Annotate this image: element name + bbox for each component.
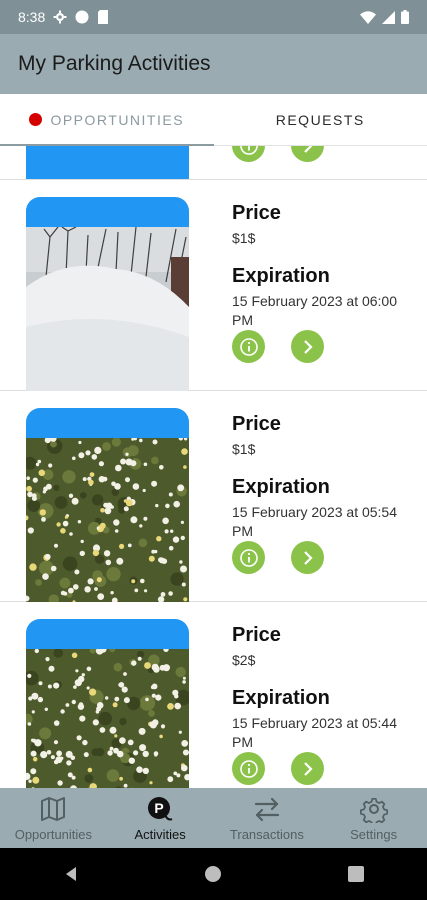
price-label: Price — [232, 202, 281, 224]
expiration-label: Expiration — [232, 265, 330, 287]
list-item[interactable]: Price $1$ Expiration 15 February 2023 at… — [0, 391, 427, 602]
expiration-value: 15 February 2023 at 06:00 PM — [232, 293, 398, 328]
map-icon — [41, 796, 66, 821]
settings-status-icon — [53, 10, 67, 24]
nav-label: Transactions — [229, 826, 304, 842]
tab-label: REQUESTS — [275, 111, 365, 128]
expiration-label: Expiration — [232, 687, 330, 709]
price-label: Price — [232, 413, 281, 435]
nav-settings[interactable]: Settings — [320, 788, 427, 848]
info-button[interactable] — [232, 541, 265, 574]
list-item[interactable]: Price $2$ Expiration 15 February 2023 at… — [0, 602, 427, 788]
snow-photo — [26, 227, 189, 391]
card-info: Price $1$ Expiration 15 February 2023 at… — [232, 413, 412, 541]
tab-opportunities[interactable]: OPPORTUNITIES — [0, 94, 214, 146]
tab-bar: OPPORTUNITIES REQUESTS — [0, 94, 427, 146]
chevron-right-icon — [303, 550, 313, 565]
battery-icon — [401, 10, 409, 24]
price-value: $1$ — [232, 441, 256, 457]
info-icon — [239, 146, 258, 155]
info-button[interactable] — [232, 752, 265, 785]
tab-label: OPPORTUNITIES — [50, 111, 185, 128]
card-image-header — [26, 146, 189, 179]
bottom-navigation: Opportunities P Activities Transactions — [0, 788, 427, 848]
open-button[interactable] — [291, 330, 324, 363]
page-title: My Parking Activities — [18, 52, 211, 75]
sim-card-icon — [98, 10, 109, 24]
activity-list[interactable]: Price $1$ Expiration 15 February 2023 at… — [0, 146, 427, 788]
card-info: Price $2$ Expiration 15 February 2023 at… — [232, 624, 412, 752]
info-button[interactable] — [232, 146, 265, 162]
daisy-photo — [26, 649, 189, 788]
parking-icon: P — [148, 796, 173, 820]
nav-label: Settings — [350, 826, 398, 842]
circle-status-icon — [75, 10, 89, 24]
nav-opportunities[interactable]: Opportunities — [0, 788, 107, 848]
app-screen: 8:38 My Parking Activities OPPORTUNITIES… — [0, 0, 427, 900]
nav-transactions[interactable]: Transactions — [214, 788, 321, 848]
open-button[interactable] — [291, 541, 324, 574]
gear-icon — [359, 797, 388, 823]
status-bar: 8:38 — [0, 0, 427, 34]
card-image — [26, 197, 189, 391]
tab-requests[interactable]: REQUESTS — [214, 94, 427, 145]
nav-label: Opportunities — [14, 826, 93, 842]
chevron-right-icon — [303, 339, 313, 354]
signal-icon — [382, 10, 395, 24]
card-image — [26, 408, 189, 602]
recents-icon[interactable] — [347, 865, 365, 883]
info-button[interactable] — [232, 330, 265, 363]
info-icon — [239, 759, 258, 778]
list-item-partial — [0, 146, 427, 180]
home-icon[interactable] — [204, 865, 222, 883]
app-bar: My Parking Activities — [0, 34, 427, 94]
expiration-value: 15 February 2023 at 05:44 PM — [232, 715, 398, 750]
expiration-value: 15 February 2023 at 05:54 PM — [232, 504, 398, 539]
price-value: $2$ — [232, 652, 256, 668]
info-icon — [239, 548, 258, 567]
nav-label: Activities — [134, 826, 186, 842]
price-value: $1$ — [232, 230, 256, 246]
open-button[interactable] — [291, 752, 324, 785]
back-icon[interactable] — [62, 865, 80, 883]
swap-icon — [254, 797, 279, 821]
card-image — [26, 619, 189, 788]
expiration-label: Expiration — [232, 476, 330, 498]
status-time: 8:38 — [18, 9, 46, 25]
list-item[interactable]: Price $1$ Expiration 15 February 2023 at… — [0, 180, 427, 391]
open-button[interactable] — [291, 146, 324, 162]
svg-text:P: P — [154, 800, 163, 816]
daisy-photo — [26, 438, 189, 602]
chevron-right-icon — [303, 146, 312, 153]
info-icon — [239, 337, 258, 356]
wifi-icon — [360, 10, 376, 24]
chevron-right-icon — [303, 761, 313, 776]
system-navigation-bar — [0, 848, 427, 900]
price-label: Price — [232, 624, 281, 646]
notification-dot — [29, 113, 43, 126]
nav-activities[interactable]: P Activities — [107, 788, 214, 848]
card-info: Price $1$ Expiration 15 February 2023 at… — [232, 202, 412, 330]
